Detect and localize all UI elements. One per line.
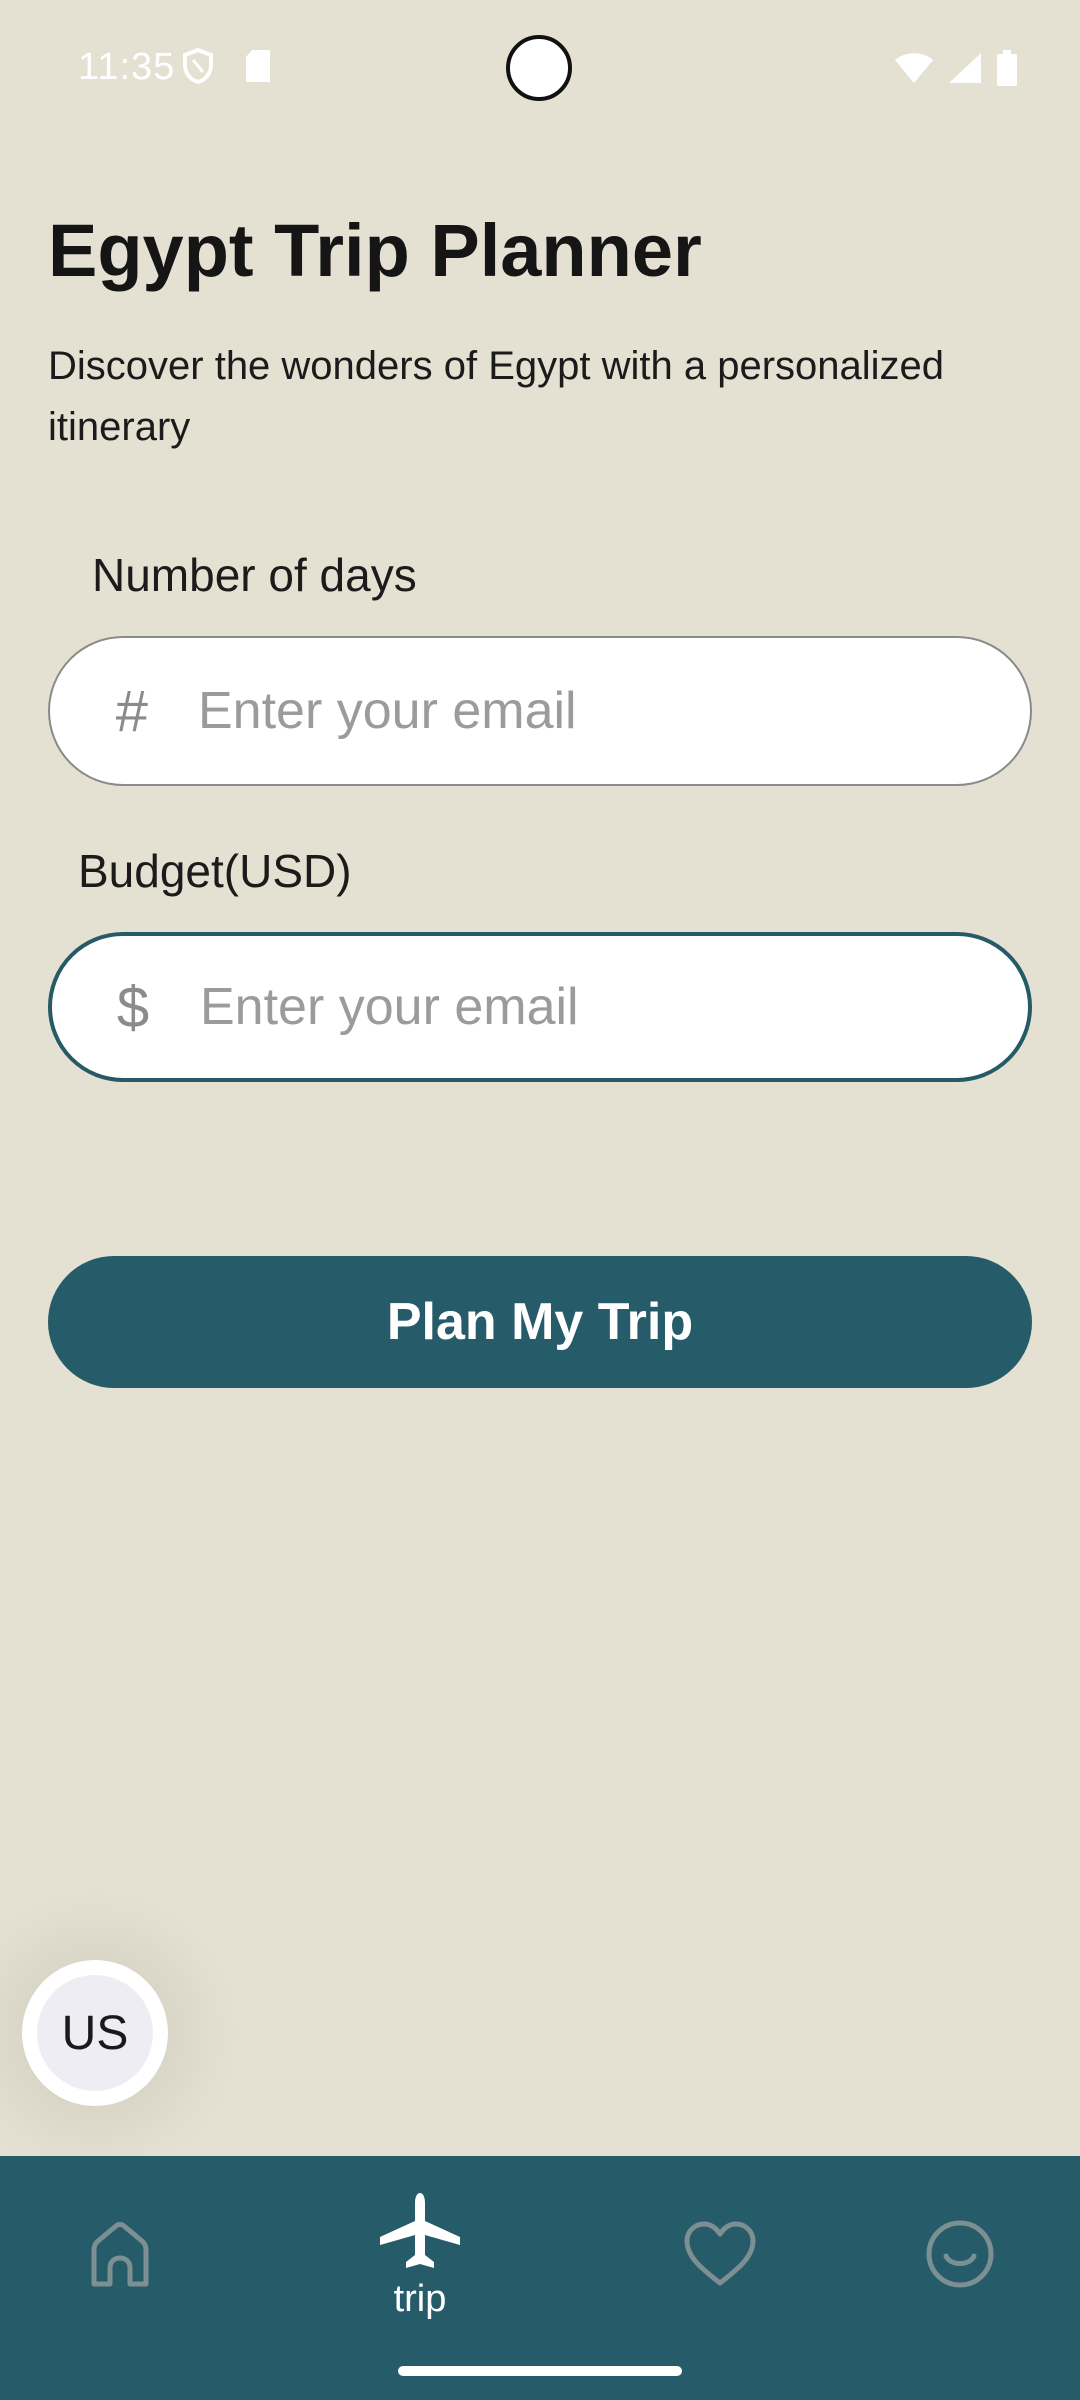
page-title: Egypt Trip Planner xyxy=(48,209,702,292)
home-indicator[interactable] xyxy=(398,2366,682,2376)
nav-item-profile[interactable] xyxy=(880,2156,1040,2356)
status-right-icons xyxy=(894,50,1018,91)
camera-cutout xyxy=(506,35,572,101)
budget-input[interactable] xyxy=(198,935,1028,1079)
status-time: 11:35 xyxy=(78,46,176,88)
language-code: US xyxy=(37,1975,153,2091)
nav-item-favorites[interactable] xyxy=(640,2156,800,2356)
days-input[interactable] xyxy=(196,637,1030,785)
airplane-icon xyxy=(378,2191,462,2276)
days-label: Number of days xyxy=(92,549,417,601)
shield-icon xyxy=(182,47,214,89)
nav-item-trip[interactable]: trip xyxy=(340,2156,500,2356)
dollar-icon: $ xyxy=(116,974,150,1040)
home-icon xyxy=(84,2218,156,2295)
battery-icon xyxy=(996,50,1018,91)
plan-my-trip-button[interactable]: Plan My Trip xyxy=(48,1256,1032,1388)
bottom-nav: trip xyxy=(0,2156,1080,2400)
nav-item-home[interactable] xyxy=(40,2156,200,2356)
app-screen: 11:35 Egypt Trip Planner Discover the wo… xyxy=(0,0,1080,2400)
nav-item-trip-label: trip xyxy=(393,2278,447,2320)
smile-icon xyxy=(924,2218,996,2295)
sd-card-icon xyxy=(244,49,272,88)
days-field[interactable]: # xyxy=(48,636,1032,786)
status-left-icons xyxy=(182,47,272,89)
hash-icon: # xyxy=(114,678,148,744)
heart-icon xyxy=(682,2219,758,2294)
language-bubble[interactable]: US xyxy=(22,1960,168,2106)
wifi-icon xyxy=(894,52,934,89)
budget-label: Budget(USD) xyxy=(78,845,352,897)
page-subtitle: Discover the wonders of Egypt with a per… xyxy=(48,344,945,449)
signal-icon xyxy=(948,52,982,89)
budget-field[interactable]: $ xyxy=(48,932,1032,1082)
status-bar: 11:35 xyxy=(0,0,1080,140)
